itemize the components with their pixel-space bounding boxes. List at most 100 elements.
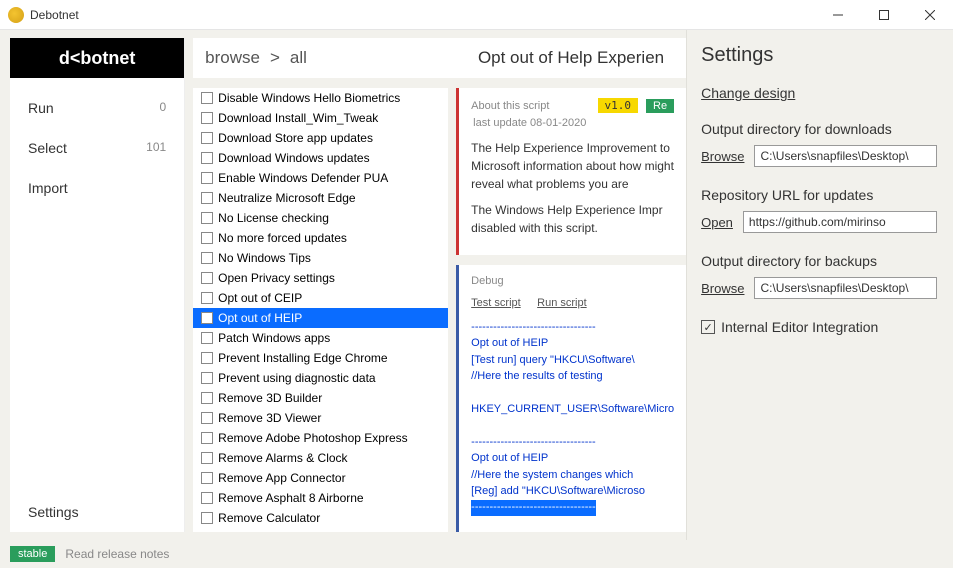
- script-item[interactable]: Remove 3D Viewer: [193, 408, 448, 428]
- downloads-browse-link[interactable]: Browse: [701, 149, 744, 164]
- checkbox-icon[interactable]: [201, 372, 213, 384]
- script-item[interactable]: Disable Windows Hello Biometrics: [193, 88, 448, 108]
- backups-path-input[interactable]: C:\Users\snapfiles\Desktop\: [754, 277, 937, 299]
- script-label: Patch Windows apps: [218, 331, 330, 345]
- about-label: About this script: [471, 100, 589, 112]
- checkbox-icon[interactable]: [201, 432, 213, 444]
- script-item[interactable]: Opt out of CEIP: [193, 288, 448, 308]
- script-label: Opt out of HEIP: [218, 311, 302, 325]
- script-label: Remove App Connector: [218, 471, 345, 485]
- script-label: Prevent using diagnostic data: [218, 371, 375, 385]
- checkbox-icon[interactable]: [201, 152, 213, 164]
- debug-box: Debug Test script Run script -----------…: [456, 265, 686, 532]
- script-item[interactable]: No Windows Tips: [193, 248, 448, 268]
- minimize-button[interactable]: [815, 0, 861, 30]
- checkbox-icon[interactable]: [201, 392, 213, 404]
- script-label: No License checking: [218, 211, 329, 225]
- script-label: No more forced updates: [218, 231, 347, 245]
- stable-badge: stable: [10, 546, 55, 562]
- statusbar: stable Read release notes: [0, 540, 953, 568]
- script-item[interactable]: Download Store app updates: [193, 128, 448, 148]
- titlebar: Debotnet: [0, 0, 953, 30]
- checkbox-icon[interactable]: [201, 412, 213, 424]
- maximize-button[interactable]: [861, 0, 907, 30]
- checkbox-icon[interactable]: [201, 192, 213, 204]
- version-badge: v1.0: [598, 98, 639, 113]
- script-item[interactable]: Remove Calculator: [193, 508, 448, 528]
- debug-output[interactable]: ---------------------------------- Opt o…: [471, 319, 674, 516]
- checkbox-icon[interactable]: [201, 332, 213, 344]
- script-item[interactable]: Remove App Connector: [193, 468, 448, 488]
- script-label: Opt out of CEIP: [218, 291, 302, 305]
- last-update: last update 08-01-2020: [471, 117, 674, 129]
- breadcrumb-all[interactable]: all: [290, 48, 307, 68]
- sidebar-item-select[interactable]: Select 101: [10, 128, 184, 168]
- script-item[interactable]: Enable Windows Defender PUA: [193, 168, 448, 188]
- window-title: Debotnet: [30, 8, 815, 22]
- change-design-link[interactable]: Change design: [701, 85, 937, 101]
- script-label: Remove Asphalt 8 Airborne: [218, 491, 363, 505]
- checkbox-icon[interactable]: [201, 172, 213, 184]
- checkbox-icon[interactable]: [201, 112, 213, 124]
- script-item[interactable]: No License checking: [193, 208, 448, 228]
- script-item[interactable]: Remove Alarms & Clock: [193, 448, 448, 468]
- app-icon: [8, 7, 24, 23]
- sidebar-item-run[interactable]: Run 0: [10, 88, 184, 128]
- editor-integration-checkbox[interactable]: ✓ Internal Editor Integration: [701, 319, 937, 335]
- checkbox-icon[interactable]: [201, 292, 213, 304]
- checkbox-icon[interactable]: [201, 212, 213, 224]
- checkbox-icon[interactable]: [201, 272, 213, 284]
- checkbox-icon[interactable]: [201, 232, 213, 244]
- script-label: Remove Adobe Photoshop Express: [218, 431, 407, 445]
- checkbox-icon[interactable]: [201, 512, 213, 524]
- checkbox-icon[interactable]: [201, 132, 213, 144]
- sidebar-item-settings[interactable]: Settings: [10, 492, 184, 532]
- script-label: Remove 3D Builder: [218, 391, 322, 405]
- repo-open-link[interactable]: Open: [701, 215, 733, 230]
- downloads-path-input[interactable]: C:\Users\snapfiles\Desktop\: [754, 145, 937, 167]
- about-para1: The Help Experience Improvement to Micro…: [471, 139, 674, 193]
- downloads-label: Output directory for downloads: [701, 121, 937, 137]
- test-script-link[interactable]: Test script: [471, 297, 521, 309]
- script-item[interactable]: No more forced updates: [193, 228, 448, 248]
- script-item[interactable]: Remove 3D Builder: [193, 388, 448, 408]
- editor-integration-label: Internal Editor Integration: [721, 319, 878, 335]
- backups-label: Output directory for backups: [701, 253, 937, 269]
- script-label: Open Privacy settings: [218, 271, 335, 285]
- settings-panel: Settings Change design Output directory …: [686, 30, 953, 540]
- close-button[interactable]: [907, 0, 953, 30]
- script-item[interactable]: Open Privacy settings: [193, 268, 448, 288]
- script-list: Disable Windows Hello Biometrics Download…: [193, 88, 448, 532]
- script-item[interactable]: Opt out of HEIP: [193, 308, 448, 328]
- script-label: Disable Windows Hello Biometrics: [218, 91, 400, 105]
- debug-selected-line: ----------------------------------: [471, 500, 596, 515]
- script-label: Download Install_Wim_Tweak: [218, 111, 378, 125]
- repo-url-input[interactable]: https://github.com/mirinso: [743, 211, 937, 233]
- script-item[interactable]: Prevent using diagnostic data: [193, 368, 448, 388]
- checkbox-icon[interactable]: [201, 352, 213, 364]
- run-script-link[interactable]: Run script: [537, 297, 587, 309]
- backups-browse-link[interactable]: Browse: [701, 281, 744, 296]
- sidebar-item-import[interactable]: Import: [10, 168, 184, 208]
- checkbox-icon[interactable]: [201, 92, 213, 104]
- settings-title: Settings: [701, 44, 937, 67]
- script-item[interactable]: Download Install_Wim_Tweak: [193, 108, 448, 128]
- about-para2: The Windows Help Experience Impr disable…: [471, 201, 674, 237]
- script-item[interactable]: Neutralize Microsoft Edge: [193, 188, 448, 208]
- script-list-scroll[interactable]: Disable Windows Hello Biometrics Download…: [193, 88, 448, 532]
- checkbox-icon[interactable]: [201, 472, 213, 484]
- script-item[interactable]: Patch Windows apps: [193, 328, 448, 348]
- checkbox-icon[interactable]: [201, 492, 213, 504]
- breadcrumb-browse[interactable]: browse: [205, 48, 260, 68]
- sidebar-label: Import: [28, 180, 68, 196]
- script-item[interactable]: Remove Asphalt 8 Airborne: [193, 488, 448, 508]
- script-item[interactable]: Remove Adobe Photoshop Express: [193, 428, 448, 448]
- checkbox-icon[interactable]: [201, 452, 213, 464]
- checkbox-icon[interactable]: [201, 312, 213, 324]
- re-badge[interactable]: Re: [646, 99, 674, 113]
- script-item[interactable]: Prevent Installing Edge Chrome: [193, 348, 448, 368]
- script-item[interactable]: Download Windows updates: [193, 148, 448, 168]
- checkbox-icon: ✓: [701, 320, 715, 334]
- checkbox-icon[interactable]: [201, 252, 213, 264]
- release-notes-link[interactable]: Read release notes: [65, 547, 169, 561]
